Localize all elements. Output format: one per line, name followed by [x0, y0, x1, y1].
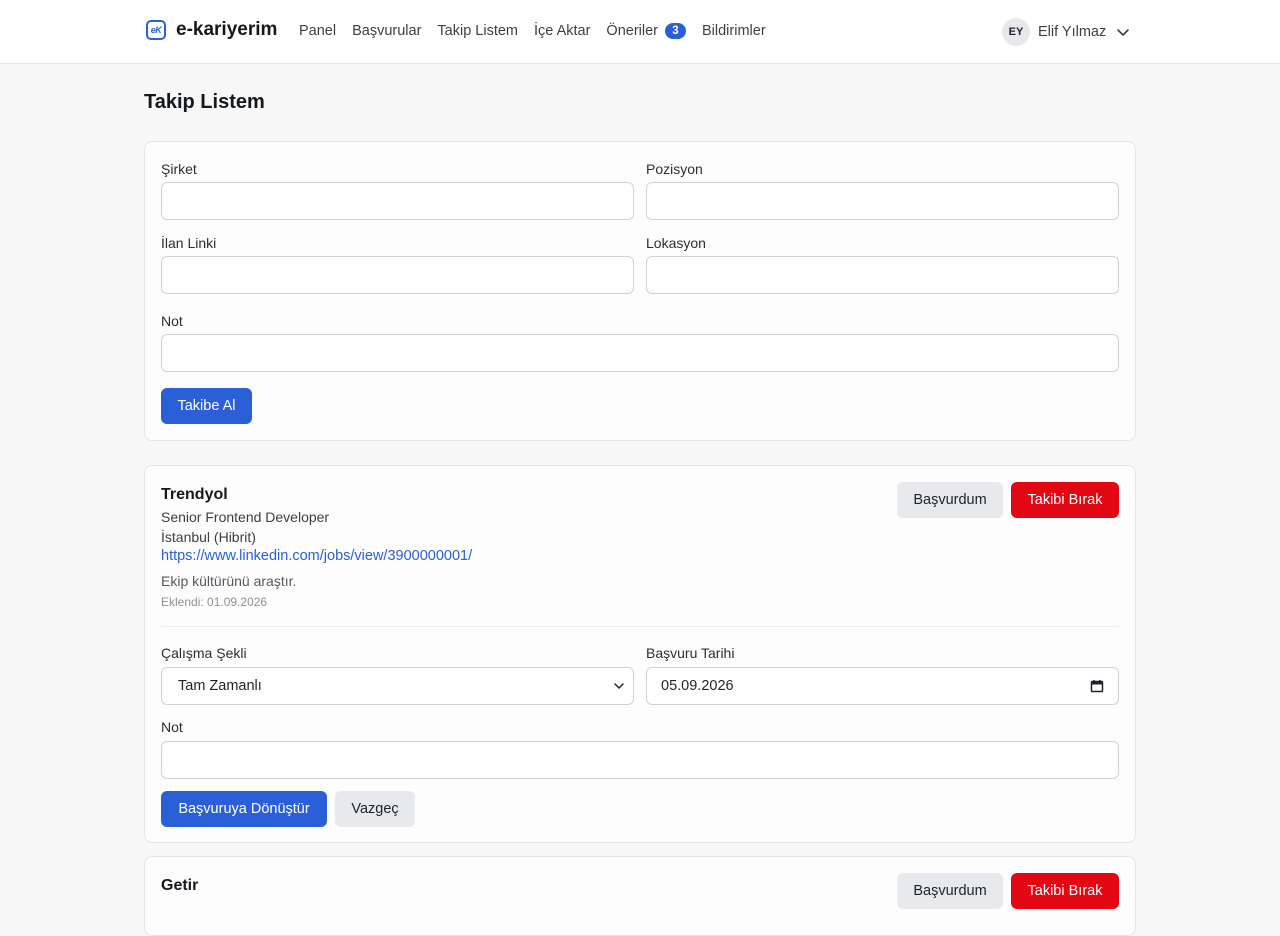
add-watch-form: Şirket Pozisyon İlan Linki Lokasyon Not … — [144, 141, 1136, 441]
job-link-label: İlan Linki — [161, 235, 217, 251]
applied-button[interactable]: Başvurdum — [897, 873, 1003, 909]
work-type-value: Tam Zamanlı — [178, 678, 262, 694]
calendar-icon[interactable] — [1090, 679, 1104, 693]
page-title: Takip Listem — [144, 91, 265, 113]
work-type-label: Çalışma Şekli — [161, 645, 247, 661]
watch-item-card: Getir Başvurdum Takibi Bırak — [144, 856, 1136, 936]
location-text: İstanbul (Hibrit) — [161, 529, 256, 545]
watch-item-card: Trendyol Senior Frontend Developer İstan… — [144, 465, 1136, 843]
brand-logo-icon: eK — [146, 20, 166, 40]
brand[interactable]: eK e-kariyerim — [146, 19, 277, 41]
convert-note-label: Not — [161, 719, 183, 735]
chevron-down-icon — [1117, 29, 1130, 36]
note-input[interactable] — [161, 334, 1119, 372]
nav-link-applications[interactable]: Başvurular — [352, 23, 421, 39]
added-date: Eklendi: 01.09.2026 — [161, 595, 268, 609]
nav-link-notifications[interactable]: Bildirimler — [702, 23, 766, 39]
position-text: Senior Frontend Developer — [161, 509, 330, 525]
unfollow-button[interactable]: Takibi Bırak — [1011, 873, 1119, 909]
company-name: Trendyol — [161, 486, 228, 503]
chevron-down-icon — [614, 683, 624, 689]
nav-link-suggestions[interactable]: Öneriler 3 — [606, 23, 686, 39]
applied-button[interactable]: Başvurdum — [897, 482, 1003, 518]
location-label: Lokasyon — [646, 235, 706, 251]
unfollow-button[interactable]: Takibi Bırak — [1011, 482, 1119, 518]
user-menu[interactable]: EY Elif Yılmaz — [1002, 18, 1130, 46]
nav-link-suggestions-label: Öneriler — [606, 23, 658, 39]
location-input[interactable] — [646, 256, 1119, 294]
nav-link-panel[interactable]: Panel — [299, 23, 336, 39]
top-navbar: eK e-kariyerim Panel Başvurular Takip Li… — [0, 0, 1280, 64]
job-link[interactable]: https://www.linkedin.com/jobs/view/39000… — [161, 548, 472, 564]
position-label: Pozisyon — [646, 161, 703, 177]
convert-note-input[interactable] — [161, 741, 1119, 779]
follow-button[interactable]: Takibe Al — [161, 388, 252, 424]
apply-date-value: 05.09.2026 — [661, 678, 734, 694]
brand-name: e-kariyerim — [176, 19, 278, 40]
work-type-select[interactable]: Tam Zamanlı — [161, 667, 634, 705]
user-name: Elif Yılmaz — [1038, 24, 1107, 40]
company-name: Getir — [161, 877, 199, 894]
note-text: Ekip kültürünü araştır. — [161, 573, 297, 589]
apply-date-input[interactable]: 05.09.2026 — [646, 667, 1119, 705]
position-input[interactable] — [646, 182, 1119, 220]
avatar: EY — [1002, 18, 1030, 46]
divider — [161, 626, 1119, 627]
nav-link-watchlist[interactable]: Takip Listem — [437, 23, 518, 39]
company-label: Şirket — [161, 161, 197, 177]
convert-to-application-button[interactable]: Başvuruya Dönüştür — [161, 791, 327, 827]
job-link-input[interactable] — [161, 256, 634, 294]
note-label: Not — [161, 313, 183, 329]
cancel-button[interactable]: Vazgeç — [335, 791, 415, 827]
nav-link-import[interactable]: İçe Aktar — [534, 23, 590, 39]
suggestions-count-badge: 3 — [665, 23, 686, 39]
nav-links: Panel Başvurular Takip Listem İçe Aktar … — [299, 23, 782, 39]
apply-date-label: Başvuru Tarihi — [646, 645, 735, 661]
company-input[interactable] — [161, 182, 634, 220]
